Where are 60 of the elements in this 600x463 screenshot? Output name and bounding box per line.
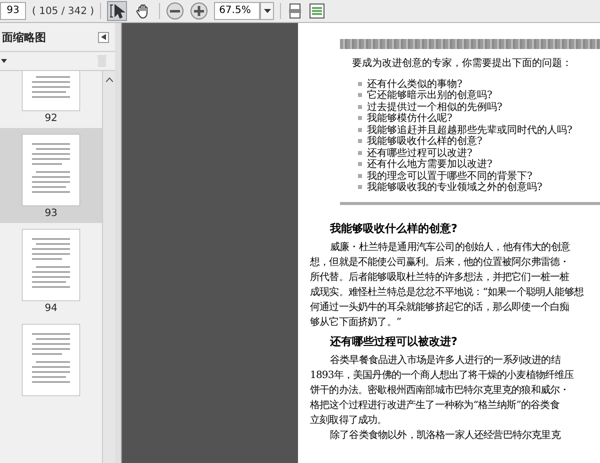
zoom-in-icon[interactable] (190, 2, 208, 20)
intro-text: 要成为改进创意的专家，你需要提出下面的问题： (352, 56, 573, 70)
caret-icon (264, 9, 271, 13)
page-count: ( 105 / 342 ) (32, 6, 94, 16)
page-label: 92 (44, 113, 58, 124)
panel-title: 面缩略图 (2, 30, 46, 44)
fit-width-icon[interactable] (309, 3, 326, 19)
triangle-left-icon (101, 34, 106, 40)
paragraph-line: 谷类早餐食品进入市场是许多人进行的一系列改进的结 (329, 354, 562, 368)
paragraph-line: 威廉・杜兰特是通用汽车公司的创始人，他有伟大的创意 (329, 240, 572, 255)
paragraph-line: 除了谷类食物以外，凯洛格一家人还经营巴特尔克里克 (329, 428, 562, 443)
thumbnail-item[interactable]: 93 (0, 128, 102, 223)
page-thumbnail[interactable] (22, 229, 80, 301)
question-text: 我能够追赶并且超越那些先辈或同时代的人吗? (367, 124, 572, 136)
page-thumbnail[interactable] (22, 324, 80, 396)
question-text: 我能够模仿什么呢? (367, 112, 452, 124)
paragraph-line: 够从它下面挤奶了。” (310, 316, 402, 330)
collapse-button[interactable] (98, 32, 109, 42)
paragraph-line: 想，但就是不能使公司赢利。后来，他的位置被阿尔弗雷德・ (310, 256, 570, 270)
question-text: 过去提供过一个相似的先例吗? (367, 100, 502, 113)
zoom-out-icon[interactable] (166, 2, 184, 20)
scrollbar[interactable] (102, 71, 115, 463)
question-text: 我能够吸收什么样的创意? (367, 134, 482, 148)
bullet-icon (358, 82, 362, 86)
paragraph-line: 1893年，美国丹佛的一个商人想出了将干燥的小麦植物纤维压 (310, 368, 575, 383)
page-label: 94 (44, 303, 58, 314)
question-text: 还有哪些过程可以改进? (367, 146, 472, 159)
zoom-field[interactable]: 67.5% (214, 2, 260, 20)
scroll-up-icon[interactable] (106, 77, 113, 82)
question-text: 还有什么类似的事物? (367, 78, 462, 90)
bullet-icon (358, 128, 362, 132)
paragraph-line: 所代替。后者能够吸取杜兰特的许多想法，并把它们一桩一桩 (310, 270, 570, 285)
bullet-icon (358, 104, 362, 109)
question-text: 它还能够暗示出别的创意吗? (367, 88, 492, 102)
paragraph-line: 立刻取得了成功。 (310, 414, 388, 428)
bullet-icon (358, 162, 362, 166)
bullet-icon (358, 150, 362, 155)
paragraph-line: 成现实。难怪杜兰特总是忿忿不平地说：“如果一个聪明人能够想 (310, 286, 585, 300)
question-text: 我的理念可以置于哪些不同的背景下? (367, 170, 532, 182)
paragraph-line: 格把这个过程进行改进产生了一种称为“格兰纳斯”的谷类食 (310, 398, 560, 413)
bullet-icon (358, 93, 362, 98)
thumbnail-item[interactable]: 94 (0, 223, 102, 318)
paragraph-line: 饼干的办法。密歇根州西南部城市巴特尔克里克的狼和威尔・ (310, 384, 570, 398)
page-label: 93 (44, 208, 58, 219)
question-text: 我能够吸收我的专业领域之外的创意吗? (367, 180, 542, 194)
fit-page-icon[interactable] (287, 3, 304, 19)
caret-icon[interactable] (1, 59, 7, 63)
paragraph-line: 何通过一头奶牛的耳朵就能够挤起它的话，那么即使一个白痴 (310, 300, 570, 315)
zoom-dropdown-button[interactable] (260, 2, 274, 20)
section-heading: 我能够吸收什么样的创意? (330, 221, 458, 236)
bullet-icon (358, 139, 362, 144)
thumbnail-item[interactable]: 92 (0, 71, 102, 128)
select-tool-button[interactable] (107, 1, 128, 21)
bullet-icon (358, 185, 362, 190)
page-thumbnail[interactable] (22, 134, 80, 206)
section-heading: 还有哪些过程可以被改进? (330, 334, 458, 349)
question-text: 还有什么地方需要加以改进? (367, 158, 492, 170)
bullet-icon (358, 174, 362, 178)
bullet-icon (358, 116, 362, 120)
page-number-field[interactable]: 93 (0, 2, 26, 20)
